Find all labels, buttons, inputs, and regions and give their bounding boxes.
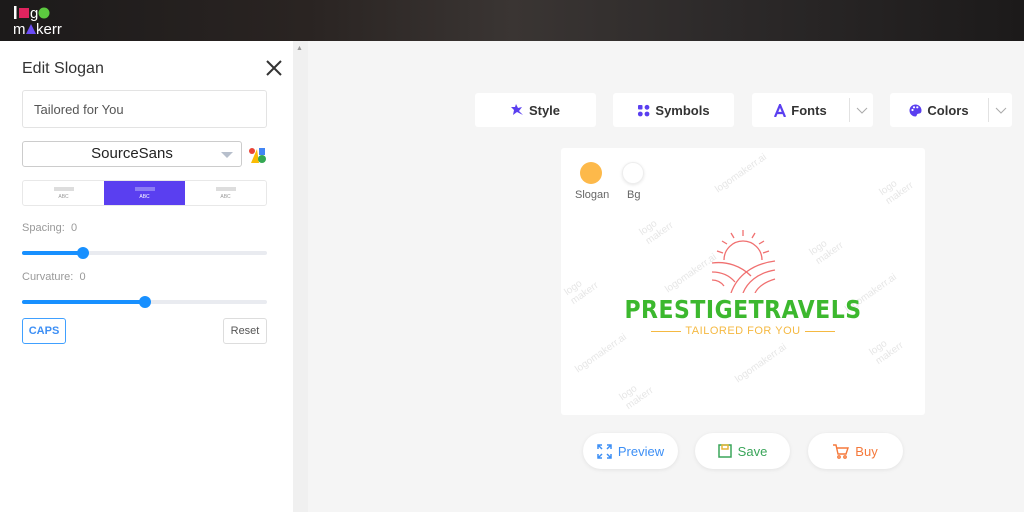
colors-button[interactable]: Colors (890, 93, 1012, 127)
curvature-slider-handle[interactable] (138, 296, 151, 308)
fonts-button[interactable]: Fonts (752, 93, 873, 127)
scroll-up-icon[interactable]: ▲ (296, 45, 303, 52)
cart-icon (833, 443, 850, 459)
curvature-label: Curvature: 0 (22, 271, 86, 283)
preview-button[interactable]: Preview (583, 433, 678, 469)
colors-dropdown-chevron-icon[interactable] (988, 98, 1012, 122)
spacing-value: 0 (70, 222, 78, 234)
alignment-options: ABC ABC ABC (22, 180, 267, 206)
spacing-label: Spacing: 0 (22, 222, 78, 234)
expand-icon (597, 443, 612, 459)
reset-button[interactable]: Reset (223, 318, 267, 344)
slogan-input[interactable] (22, 90, 267, 128)
logo-preview-card: logomakerr.ai logo makerr logo makerr logo… (561, 148, 925, 415)
shapes-icon (638, 104, 650, 116)
buy-label: Buy (855, 443, 878, 459)
save-label: Save (737, 443, 768, 459)
logomakerr-logo[interactable]: g m kerr (12, 3, 72, 37)
caps-button[interactable]: CAPS (22, 318, 66, 344)
magic-wand-icon (510, 103, 523, 115)
align-option-right[interactable]: ABC (185, 181, 266, 205)
panel-scrollbar[interactable]: ▲ (293, 41, 308, 512)
colors-label: Colors (927, 102, 969, 118)
save-button[interactable]: Save (695, 433, 790, 469)
curvature-value: 0 (79, 271, 86, 283)
svg-text:g: g (30, 5, 38, 22)
bg-swatch-label: Bg (627, 189, 641, 201)
font-select[interactable]: SourceSans (22, 141, 242, 167)
font-select-value: SourceSans (91, 145, 173, 162)
palette-icon (909, 104, 922, 116)
spacing-slider[interactable] (22, 247, 267, 259)
bg-color-swatch[interactable] (622, 162, 644, 184)
slogan-text[interactable]: TAILORED FOR YOU (561, 325, 925, 337)
style-button[interactable]: Style (475, 93, 596, 127)
brand-name-text[interactable]: PRESTIGETRAVELS (561, 296, 925, 325)
slogan-swatch-label: Slogan (575, 189, 610, 201)
preview-label: Preview (617, 443, 665, 459)
save-icon (717, 444, 732, 458)
align-option-left[interactable]: ABC (23, 181, 104, 205)
style-label: Style (528, 102, 561, 118)
font-icon (774, 103, 787, 117)
fonts-dropdown-chevron-icon[interactable] (849, 98, 873, 122)
top-bar: g m kerr (0, 0, 1024, 41)
svg-text:kerr: kerr (36, 21, 62, 37)
chevron-down-icon (221, 152, 233, 158)
svg-text:m: m (13, 21, 26, 37)
curvature-slider[interactable] (22, 296, 267, 308)
close-icon[interactable] (264, 58, 284, 78)
symbols-button[interactable]: Symbols (613, 93, 734, 127)
fonts-label: Fonts (791, 102, 827, 118)
google-fonts-icon[interactable] (249, 147, 267, 163)
sun-fields-symbol (711, 230, 776, 293)
symbols-label: Symbols (655, 102, 710, 118)
align-option-center[interactable]: ABC (104, 181, 185, 205)
buy-button[interactable]: Buy (808, 433, 903, 469)
slogan-color-swatch[interactable] (580, 162, 602, 184)
panel-title: Edit Slogan (22, 60, 104, 77)
